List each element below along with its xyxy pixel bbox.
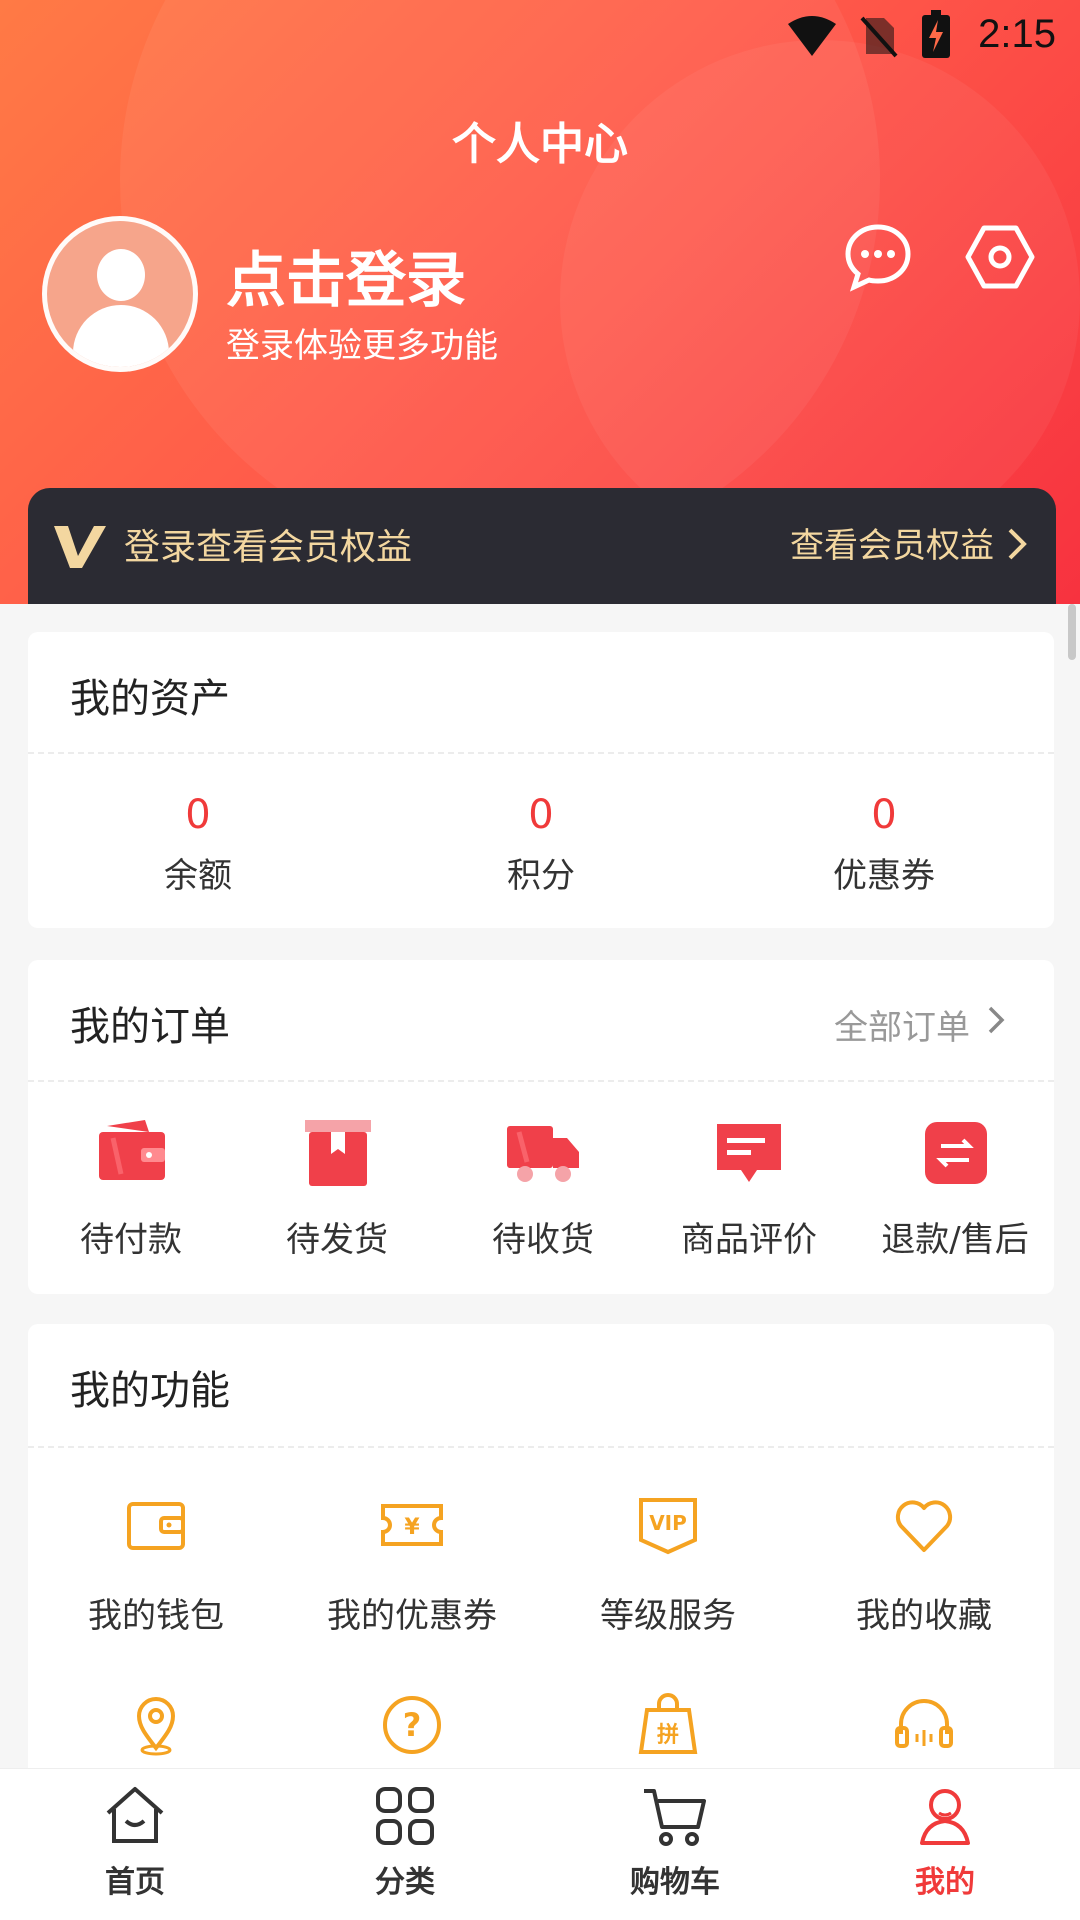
profile-icon <box>920 1789 970 1845</box>
vip-banner-text: 登录查看会员权益 <box>124 527 413 568</box>
vip-icon: VIP <box>639 1498 697 1555</box>
func-label: 等级服务 <box>600 1596 736 1636</box>
help-icon: ? <box>383 1696 441 1754</box>
svg-text:拼: 拼 <box>657 1722 679 1748</box>
chevron-right-icon <box>1008 528 1027 560</box>
func-label: 我的钱包 <box>88 1596 224 1636</box>
func-address[interactable] <box>28 1692 284 1758</box>
coupon-icon: ¥ <box>381 1504 443 1546</box>
tab-label: 首页 <box>105 1865 165 1900</box>
page-title: 个人中心 <box>452 120 628 169</box>
profile-header: 2:15 个人中心 点击登录 登录体验更多功能 登录查看会员权益 查看会员权益 <box>0 0 1080 604</box>
truck-icon <box>507 1126 579 1182</box>
tab-label: 我的 <box>915 1865 975 1900</box>
functions-title: 我的功能 <box>70 1368 230 1414</box>
message-icon[interactable] <box>843 222 913 292</box>
review-icon <box>717 1124 781 1182</box>
refund-icon <box>925 1122 987 1184</box>
customer-service-icon <box>895 1699 953 1748</box>
order-review[interactable]: 商品评价 <box>646 1118 852 1261</box>
vip-banner[interactable]: 登录查看会员权益 查看会员权益 <box>28 488 1056 604</box>
all-orders-link[interactable]: 全部订单 <box>834 1000 970 1049</box>
status-bar: 2:15 <box>0 0 1080 80</box>
asset-label: 积分 <box>507 856 575 896</box>
functions-card: 我的功能 我的钱包 ¥ 我的优惠券 VIP 等级服务 我的收藏 ? 拼 <box>28 1324 1054 1784</box>
orders-title: 我的订单 <box>70 1004 230 1050</box>
order-refund[interactable]: 退款/售后 <box>852 1118 1058 1261</box>
asset-coupons[interactable]: 0 优惠券 <box>784 792 984 897</box>
func-label: 我的优惠券 <box>327 1596 497 1636</box>
asset-label: 优惠券 <box>833 856 935 896</box>
order-label: 退款/售后 <box>881 1220 1029 1260</box>
view-vip-benefits-link[interactable]: 查看会员权益 <box>790 518 994 567</box>
orders-card: 我的订单 全部订单 待付款 待发货 待收货 商品评价 退款/售后 <box>28 960 1054 1294</box>
svg-text:VIP: VIP <box>649 1511 687 1535</box>
divider <box>28 1446 1054 1448</box>
order-label: 待发货 <box>286 1220 388 1260</box>
order-pending-payment[interactable]: 待付款 <box>28 1118 234 1261</box>
package-icon <box>305 1120 371 1186</box>
asset-points[interactable]: 0 积分 <box>441 792 641 897</box>
order-label: 待收货 <box>492 1220 594 1260</box>
func-coupons[interactable]: ¥ 我的优惠券 <box>284 1492 540 1637</box>
asset-value: 0 <box>871 792 897 838</box>
svg-text:?: ? <box>403 1706 422 1744</box>
order-to-receive[interactable]: 待收货 <box>440 1118 646 1261</box>
tab-profile[interactable]: 我的 <box>845 1783 1045 1901</box>
divider <box>28 752 1054 754</box>
home-icon <box>106 1787 164 1843</box>
tab-label: 分类 <box>375 1865 435 1900</box>
func-label: 我的收藏 <box>856 1596 992 1636</box>
scrollbar[interactable] <box>1068 604 1076 660</box>
login-button[interactable]: 点击登录 <box>226 232 466 319</box>
status-time: 2:15 <box>978 12 1056 56</box>
divider <box>28 1080 1054 1082</box>
avatar-head <box>97 249 145 301</box>
func-help[interactable]: ? <box>284 1692 540 1758</box>
func-group-buy[interactable]: 拼 <box>540 1692 796 1758</box>
asset-balance[interactable]: 0 余额 <box>98 792 298 897</box>
order-to-ship[interactable]: 待发货 <box>234 1118 440 1261</box>
login-subtitle: 登录体验更多功能 <box>226 326 498 366</box>
func-favorites[interactable]: 我的收藏 <box>796 1492 1052 1637</box>
tab-home[interactable]: 首页 <box>35 1783 235 1901</box>
avatar-body <box>73 305 169 367</box>
bottom-tab-bar: 首页 分类 购物车 我的 <box>0 1768 1080 1920</box>
asset-value: 0 <box>528 792 554 838</box>
category-icon <box>376 1787 434 1845</box>
cart-icon <box>644 1789 706 1846</box>
chevron-right-icon[interactable] <box>986 1004 1006 1036</box>
vip-logo-icon <box>54 526 106 568</box>
asset-label: 余额 <box>164 856 232 896</box>
battery-charging-icon <box>922 10 950 58</box>
assets-card: 我的资产 0 余额 0 积分 0 优惠券 <box>28 632 1054 928</box>
tab-cart[interactable]: 购物车 <box>575 1783 775 1901</box>
func-level-service[interactable]: VIP 等级服务 <box>540 1492 796 1637</box>
svg-text:¥: ¥ <box>404 1515 420 1540</box>
order-label: 商品评价 <box>681 1220 817 1260</box>
wallet-outline-icon <box>127 1502 185 1550</box>
wallet-icon <box>99 1120 165 1180</box>
wifi-icon <box>788 16 836 56</box>
order-label: 待付款 <box>80 1220 182 1260</box>
no-sim-icon <box>860 16 898 58</box>
asset-value: 0 <box>185 792 211 838</box>
assets-title: 我的资产 <box>70 676 230 722</box>
heart-icon <box>895 1500 953 1552</box>
tab-label: 购物车 <box>630 1865 720 1900</box>
settings-icon[interactable] <box>965 222 1035 292</box>
func-customer-service[interactable] <box>796 1692 1052 1758</box>
location-icon <box>136 1697 176 1756</box>
avatar[interactable] <box>42 216 198 372</box>
func-wallet[interactable]: 我的钱包 <box>28 1492 284 1637</box>
tab-category[interactable]: 分类 <box>305 1783 505 1901</box>
group-buy-icon: 拼 <box>638 1693 698 1754</box>
